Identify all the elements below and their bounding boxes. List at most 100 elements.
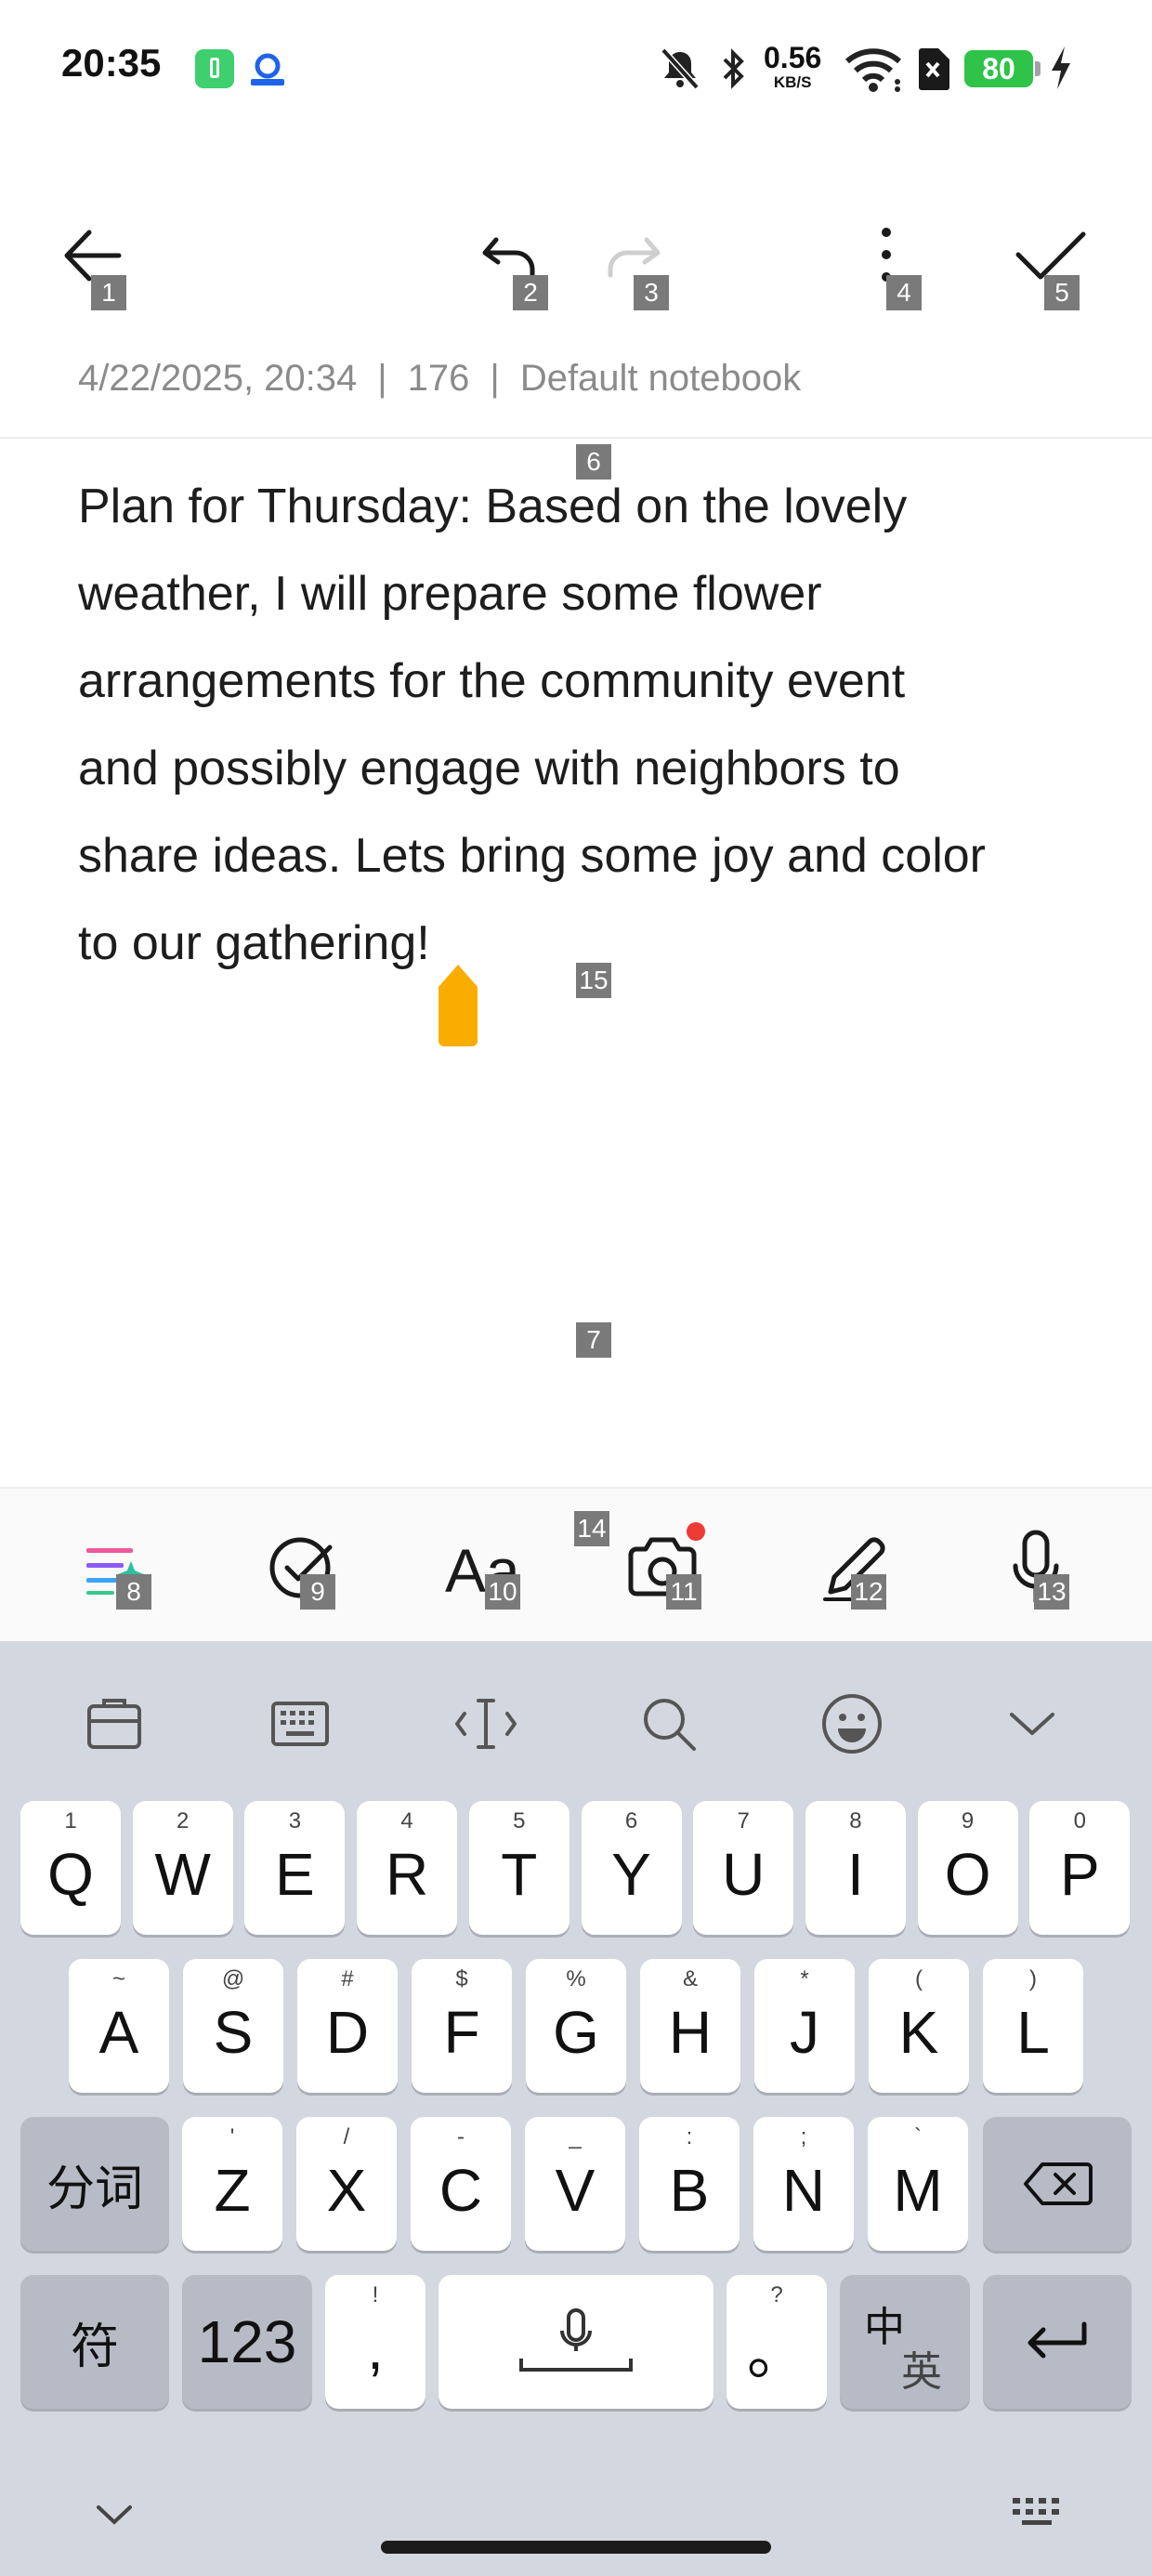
key-hint: ! [372, 2282, 379, 2307]
space-key[interactable] [439, 2275, 713, 2409]
redo-button[interactable]: 3 [585, 214, 678, 310]
keyboard-search-button[interactable] [627, 1684, 711, 1764]
key-s[interactable]: @ S [183, 1959, 283, 2093]
marker-ai-style: 8 [116, 1574, 151, 1610]
home-indicator[interactable] [381, 2541, 771, 2554]
key-hint: 9 [961, 1808, 975, 1833]
key-hint: @ [221, 1966, 245, 1991]
status-bar: 20:35 0.56 KB/S 80 [0, 0, 1152, 139]
note-line: weather, I will prepare some flower [78, 567, 822, 621]
charging-icon [1052, 46, 1070, 89]
camera-button[interactable]: 11 [618, 1522, 711, 1610]
key-hint: $ [455, 1966, 468, 1991]
meta-separator: | [490, 358, 500, 399]
lang-en-label: 英 [901, 2349, 942, 2395]
text-format-button[interactable]: Aa 10 [437, 1526, 530, 1610]
done-button[interactable]: 5 [1003, 214, 1096, 310]
symbols-key[interactable]: 符 [20, 2275, 169, 2409]
key-n[interactable]: ; N [753, 2117, 854, 2251]
key-c[interactable]: -C [411, 2117, 511, 2251]
text-cursor-handle[interactable] [439, 965, 478, 1046]
key-a[interactable]: ~ A [69, 1959, 169, 2093]
key-label: G [553, 1999, 599, 2066]
space-mic-icon [519, 2308, 633, 2372]
key-hint: 3 [288, 1808, 302, 1833]
key-u[interactable]: 7U [693, 1801, 794, 1935]
key-label: E [275, 1841, 315, 1908]
lang-zh-label: 中 [864, 2305, 905, 2350]
key-i[interactable]: 8I [805, 1801, 906, 1935]
keyboard-icon [271, 1702, 329, 1746]
enter-key[interactable] [983, 2275, 1132, 2409]
key-o[interactable]: 9O [917, 1801, 1018, 1935]
key-k[interactable]: (K [869, 1959, 969, 2093]
key-m[interactable]: ` M [868, 2117, 968, 2251]
comma-key[interactable]: ! , [325, 2275, 425, 2409]
keyboard-switch-icon[interactable] [1009, 2492, 1067, 2530]
key-d[interactable]: # D [297, 1959, 398, 2093]
key-label: Q [47, 1841, 94, 1908]
key-label: , [367, 2315, 384, 2382]
keyboard-toolbar [0, 1641, 1152, 1799]
numbers-key[interactable]: 123 [182, 2275, 312, 2409]
key-label: V [555, 2157, 596, 2224]
key-hint: 1 [64, 1808, 77, 1833]
marker-redo: 3 [634, 275, 669, 310]
key-r[interactable]: 4R [357, 1801, 458, 1935]
key-x[interactable]: / X [296, 2117, 397, 2251]
key-y[interactable]: 6Y [581, 1801, 682, 1935]
back-button[interactable]: 1 [46, 214, 139, 310]
key-hint: * [800, 1966, 809, 1991]
collapse-chevron-icon[interactable] [93, 2500, 136, 2528]
key-g[interactable]: % G [526, 1959, 626, 2093]
key-v[interactable]: _ V [525, 2117, 625, 2251]
marker-text-format: 10 [485, 1574, 520, 1610]
key-hint: _ [569, 2124, 582, 2149]
key-w[interactable]: 2W [132, 1801, 233, 1935]
key-label: O [944, 1841, 991, 1908]
key-b[interactable]: :B [639, 2117, 740, 2251]
key-label: D [325, 1999, 370, 2066]
checklist-button[interactable]: 9 [255, 1526, 348, 1610]
emoji-button[interactable] [810, 1684, 894, 1764]
key-l[interactable]: ) L [983, 1959, 1083, 2093]
period-key[interactable]: ? 。 [727, 2275, 827, 2409]
voice-input-button[interactable]: 13 [989, 1526, 1082, 1610]
key-j[interactable]: * J [754, 1959, 855, 2093]
key-label: W [154, 1841, 211, 1908]
network-speed-value: 0.56 [764, 41, 822, 74]
marker-camera: 11 [666, 1574, 701, 1610]
marker-undo: 2 [513, 275, 548, 310]
ai-style-button[interactable]: 8 [70, 1526, 163, 1610]
key-hint: 0 [1073, 1808, 1086, 1833]
undo-button[interactable]: 2 [465, 214, 557, 310]
key-label: A [98, 1999, 139, 2066]
key-t[interactable]: 5T [468, 1801, 569, 1935]
cursor-move-button[interactable] [444, 1684, 528, 1764]
key-p[interactable]: 0P [1029, 1801, 1131, 1935]
keyboard-layout-button[interactable] [258, 1684, 342, 1764]
sim-off-icon [919, 48, 949, 90]
mute-icon [661, 47, 700, 90]
key-e[interactable]: 3E [244, 1801, 346, 1935]
key-q[interactable]: 1Q [20, 1801, 121, 1935]
note-text-editor[interactable]: Plan for Thursday: Based on the lovely w… [78, 463, 1081, 987]
key-label: P [1059, 1841, 1100, 1908]
bluetooth-icon [723, 48, 744, 89]
key-h[interactable]: & H [640, 1959, 740, 2093]
key-label: B [669, 2157, 710, 2224]
wifi-icon [845, 48, 901, 92]
key-hint: ` [914, 2124, 922, 2149]
split-word-key[interactable]: 分词 [20, 2117, 169, 2251]
key-hint: 5 [513, 1808, 526, 1833]
notebook-selector[interactable]: Default notebook [520, 358, 801, 399]
handwriting-button[interactable]: 12 [808, 1526, 901, 1610]
key-f[interactable]: $ F [412, 1959, 512, 2093]
more-options-button[interactable]: 4 [840, 214, 933, 310]
backspace-key[interactable] [983, 2117, 1132, 2251]
clipboard-button[interactable] [72, 1684, 156, 1764]
hide-keyboard-button[interactable] [990, 1684, 1074, 1764]
marker-voice: 13 [1034, 1574, 1069, 1610]
key-z[interactable]: ' Z [182, 2117, 282, 2251]
language-switch-key[interactable]: 中 英 [840, 2275, 970, 2409]
